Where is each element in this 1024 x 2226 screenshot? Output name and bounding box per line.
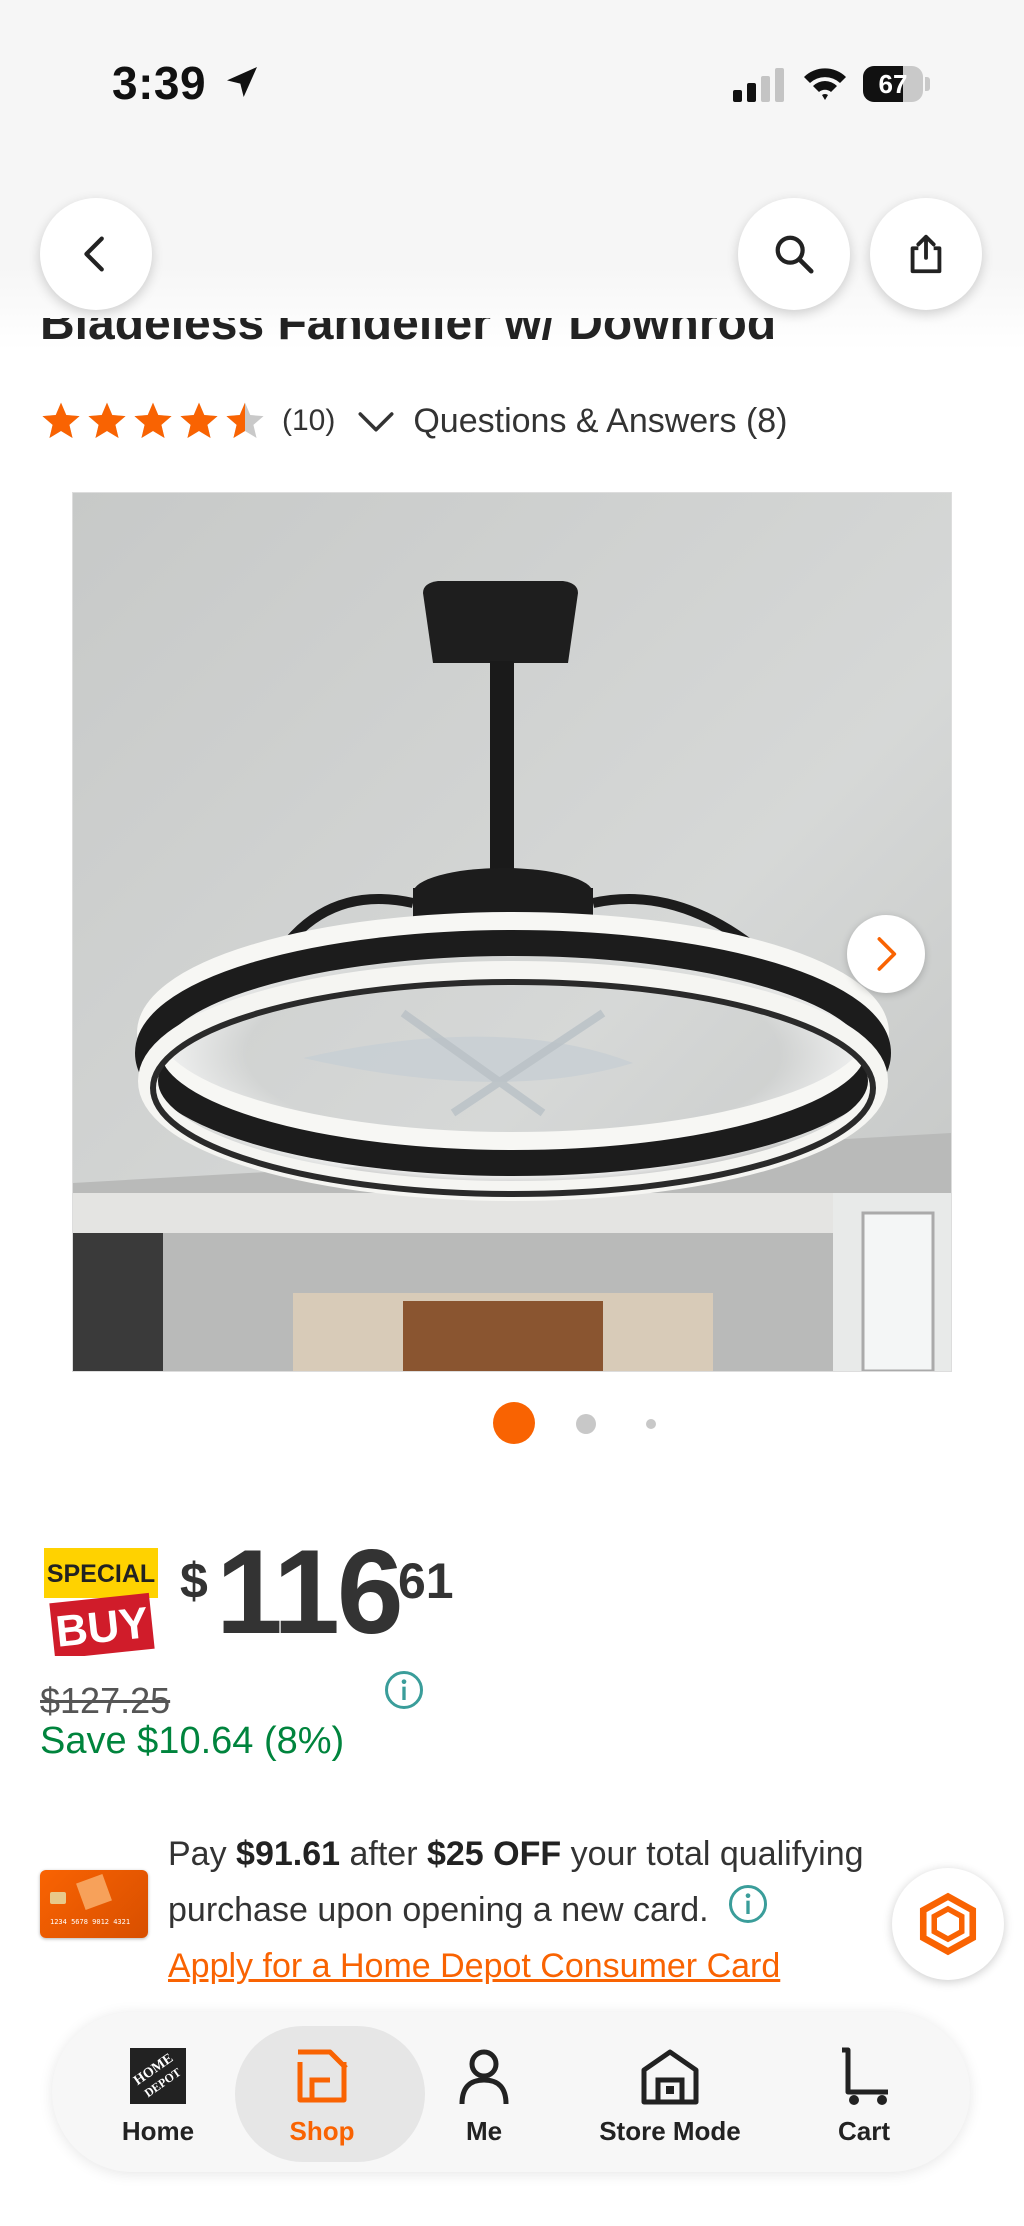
tab-home-label: Home xyxy=(121,2116,195,2146)
star-icon xyxy=(226,402,264,438)
assistant-button[interactable] xyxy=(892,1868,1004,1980)
carousel-dot-1[interactable] xyxy=(493,1402,535,1444)
price-cents: 61 xyxy=(398,1553,454,1609)
tab-store-mode[interactable]: Store Mode xyxy=(590,2012,750,2172)
rating-row: (10) Questions & Answers (8) xyxy=(40,396,788,446)
questions-answers-link[interactable]: Questions & Answers (8) xyxy=(413,402,787,441)
ceiling-fan-photo xyxy=(73,493,951,1371)
tab-home[interactable]: HOME DEPOT Home xyxy=(78,2012,238,2172)
hexagon-assistant-icon xyxy=(919,1892,977,1956)
next-image-button[interactable] xyxy=(847,915,925,993)
was-price: $127.25 xyxy=(40,1680,171,1721)
status-bar: 3:39 67 xyxy=(0,0,1024,160)
review-count[interactable]: (10) xyxy=(282,404,335,438)
price-dollars: 116 xyxy=(216,1525,404,1659)
promo-pay-prefix: Pay xyxy=(168,1835,237,1873)
cart-icon xyxy=(842,2047,888,2105)
wifi-icon xyxy=(804,68,846,100)
chevron-right-icon xyxy=(877,937,897,971)
location-arrow-icon xyxy=(227,67,257,97)
tab-me[interactable]: Me xyxy=(404,2012,564,2172)
chevron-down-icon[interactable] xyxy=(355,400,397,442)
info-icon[interactable] xyxy=(384,1670,424,1710)
search-button[interactable] xyxy=(738,198,850,310)
shop-icon xyxy=(297,2049,348,2103)
product-image[interactable] xyxy=(72,492,952,1372)
card-promo: Pay $91.61 after $25 OFF your total qual… xyxy=(168,1826,928,1994)
share-icon xyxy=(910,234,942,274)
tab-cart-label: Cart xyxy=(837,2116,890,2146)
special-buy-badge: SPECIAL BUY xyxy=(44,1548,158,1656)
tab-shop-label: Shop xyxy=(289,2116,355,2146)
promo-off-amount: $25 OFF xyxy=(426,1835,562,1873)
special-buy-top: SPECIAL xyxy=(47,1560,155,1588)
search-icon xyxy=(775,235,814,274)
bottom-tab-bar: HOME DEPOT Home Shop Me Store Mode Cart xyxy=(52,2012,970,2172)
back-button[interactable] xyxy=(40,198,152,310)
product-title: Bladeless Fandelier w/ Downrod xyxy=(40,318,980,368)
share-button[interactable] xyxy=(870,198,982,310)
promo-pay-amount: $91.61 xyxy=(236,1835,341,1873)
savings-text: Save $10.64 (8%) xyxy=(40,1720,345,1762)
cellular-signal-icon xyxy=(733,68,784,102)
tab-cart[interactable]: Cart xyxy=(784,2012,944,2172)
status-time: 3:39 xyxy=(112,57,207,109)
star-icon xyxy=(180,402,218,438)
chevron-left-icon xyxy=(84,236,104,272)
tab-store-mode-label: Store Mode xyxy=(599,2116,741,2146)
star-icon xyxy=(88,402,126,438)
person-icon xyxy=(459,2049,509,2105)
price-currency: $ xyxy=(180,1553,208,1609)
star-icon xyxy=(42,402,80,438)
carousel-dot-2[interactable] xyxy=(576,1414,596,1434)
card-number: 1234 5678 9012 4321 xyxy=(50,1918,131,1926)
star-rating[interactable] xyxy=(40,400,270,442)
store-icon xyxy=(641,2049,699,2105)
tab-me-label: Me xyxy=(465,2116,503,2146)
battery-level: 67 xyxy=(878,69,908,99)
special-buy-bottom: BUY xyxy=(53,1598,151,1656)
promo-after-text: after xyxy=(340,1835,427,1873)
credit-card-image: 1234 5678 9012 4321 xyxy=(40,1870,148,1938)
apply-card-link[interactable]: Apply for a Home Depot Consumer Card xyxy=(168,1947,780,1985)
carousel-dot-3[interactable] xyxy=(646,1419,656,1429)
product-title-text: Bladeless Fandelier w/ Downrod xyxy=(40,318,777,350)
battery-indicator: 67 xyxy=(863,66,930,102)
promo-info-icon[interactable] xyxy=(728,1884,768,1924)
star-icon xyxy=(134,402,172,438)
tab-shop[interactable]: Shop xyxy=(235,2012,425,2172)
home-depot-logo-icon: HOME DEPOT xyxy=(130,2048,186,2104)
